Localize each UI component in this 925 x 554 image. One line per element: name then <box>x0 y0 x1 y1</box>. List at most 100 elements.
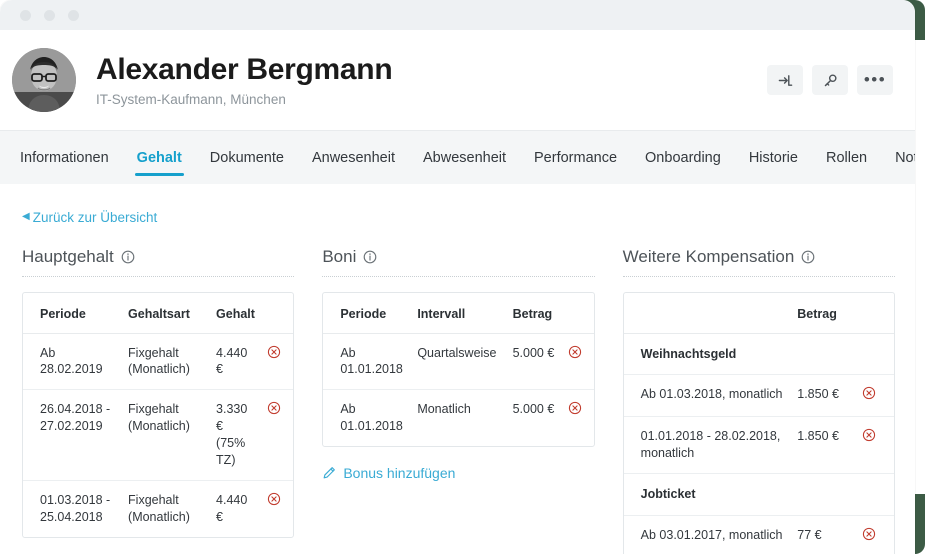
tab-label: Anwesenheit <box>311 149 395 166</box>
table-row: Ab 28.02.2019 Fixgehalt (Monatlich) 4.44… <box>23 333 294 391</box>
window-maximize-dot[interactable] <box>68 9 79 21</box>
key-button[interactable] <box>812 65 848 95</box>
tab-dokumente[interactable]: Dokumente <box>196 131 298 184</box>
table-group-row: Weihnachtsgeld <box>623 333 894 376</box>
login-as-button[interactable] <box>767 65 803 95</box>
cell-periode: Ab 01.01.2018 <box>340 402 403 434</box>
tab-label: Dokumente <box>209 149 284 166</box>
table-hauptgehalt: Periode Gehaltsart Gehalt Ab 28.02.2019 … <box>23 292 294 537</box>
section-hauptgehalt: Hauptgehalt Periode Gehaltsart Gehalt Ab… <box>22 246 295 538</box>
window-close-dot[interactable] <box>20 9 31 21</box>
delete-row-button[interactable] <box>568 401 582 415</box>
back-to-overview-link[interactable]: ◀ Zurück zur Übersicht <box>22 210 157 225</box>
card-hauptgehalt: Periode Gehaltsart Gehalt Ab 28.02.2019 … <box>22 291 295 538</box>
column-header-betrag: Betrag <box>506 292 562 334</box>
table-row: 01.01.2018 - 28.02.2018, monatlich 1.850… <box>623 416 894 474</box>
table-row: 01.03.2018 - 25.04.2018 Fixgehalt (Monat… <box>23 480 293 536</box>
tab-label: Historie <box>748 149 798 166</box>
person-subtitle: IT-System-Kaufmann, München <box>96 92 286 108</box>
tab-label: Rollen <box>825 149 868 166</box>
caret-left-icon: ◀ <box>22 211 30 222</box>
browser-window: Alexander Bergmann IT-System-Kaufmann, M… <box>0 0 915 554</box>
column-header-actions <box>561 292 594 334</box>
add-bonus-link[interactable]: Bonus hinzufügen <box>322 465 455 481</box>
cell-betrag: 1.850 € <box>791 416 857 474</box>
section-label: Boni <box>322 246 357 266</box>
info-icon[interactable] <box>801 250 815 264</box>
person-header: Alexander Bergmann IT-System-Kaufmann, M… <box>0 30 915 130</box>
section-label: Hauptgehalt <box>22 246 114 266</box>
cell-gehalt: 4.440 € <box>216 492 248 524</box>
cell-betrag: 1.850 € <box>791 374 857 418</box>
header-actions: ••• <box>767 65 893 95</box>
table-header-row: Periode Intervall Betrag <box>323 292 594 334</box>
tab-label: Gehalt <box>136 149 182 166</box>
key-icon <box>823 73 838 88</box>
delete-row-button[interactable] <box>862 527 876 541</box>
page-title: Alexander Bergmann <box>96 52 393 86</box>
tab-rollen[interactable]: Rollen <box>812 131 881 184</box>
column-header-actions <box>261 292 294 334</box>
table-row: Ab 03.01.2017, monatlich 77 € <box>624 515 894 554</box>
cell-periode: 26.04.2018 - 27.02.2019 <box>23 389 123 481</box>
tab-notizen[interactable]: Notizen <box>881 131 915 184</box>
section-weitere-kompensation: Weitere Kompensation Betrag Weihnachtsge… <box>622 246 895 554</box>
delete-row-button[interactable] <box>568 345 582 359</box>
cell-periode: Ab 28.02.2019 <box>23 333 123 391</box>
column-header-betrag: Betrag <box>791 292 857 334</box>
info-icon[interactable] <box>121 250 135 264</box>
add-bonus-label: Bonus hinzufügen <box>343 465 456 481</box>
cell-gehaltsart: Fixgehalt (Monatlich) <box>128 492 190 524</box>
tab-onboarding[interactable]: Onboarding <box>631 131 735 184</box>
tab-label: Informationen <box>20 149 109 166</box>
table-header-row: Betrag <box>623 292 894 334</box>
column-header-actions <box>856 292 894 334</box>
more-options-button[interactable]: ••• <box>857 65 893 95</box>
delete-row-button[interactable] <box>267 492 281 506</box>
info-icon[interactable] <box>363 250 377 264</box>
section-boni: Boni Periode Intervall Betrag Ab 01.01.2… <box>322 246 595 486</box>
navigation-tabs: Informationen Gehalt Dokumente Anwesenhe… <box>0 130 915 184</box>
delete-row-button[interactable] <box>862 386 876 400</box>
cell-gehaltsart: Fixgehalt (Monatlich) <box>122 389 211 481</box>
cell-gehaltsart: Fixgehalt (Monatlich) <box>122 333 211 391</box>
tab-performance[interactable]: Performance <box>520 131 631 184</box>
avatar <box>12 48 76 112</box>
column-header-gehalt: Gehalt <box>210 292 262 334</box>
section-label: Weitere Kompensation <box>622 246 795 266</box>
tab-label: Notizen <box>895 149 915 166</box>
cell-betrag: 77 € <box>797 527 822 542</box>
column-header-blank <box>623 292 792 334</box>
tab-historie[interactable]: Historie <box>735 131 812 184</box>
cell-gehalt: 3.330 € (75% TZ) <box>210 389 262 481</box>
person-identity: Alexander Bergmann IT-System-Kaufmann, M… <box>96 53 767 108</box>
cell-period-label: Ab 03.01.2017, monatlich <box>640 527 783 542</box>
section-title-hauptgehalt: Hauptgehalt <box>22 246 295 277</box>
ellipsis-icon: ••• <box>863 70 887 89</box>
tab-gehalt[interactable]: Gehalt <box>123 131 196 184</box>
card-boni: Periode Intervall Betrag Ab 01.01.2018 Q… <box>322 291 595 447</box>
tab-anwesenheit[interactable]: Anwesenheit <box>298 131 409 184</box>
window-titlebar <box>0 0 915 30</box>
cell-period-label: Ab 01.03.2018, monatlich <box>623 374 792 418</box>
tab-informationen[interactable]: Informationen <box>6 131 123 184</box>
cell-intervall: Monatlich <box>417 402 471 417</box>
delete-row-button[interactable] <box>862 428 876 442</box>
delete-row-button[interactable] <box>267 401 281 415</box>
main-content: ◀ Zurück zur Übersicht Hauptgehalt Perio… <box>0 184 915 554</box>
cell-gehalt: 4.440 € <box>210 333 262 391</box>
table-row: 26.04.2018 - 27.02.2019 Fixgehalt (Monat… <box>23 389 294 481</box>
delete-row-button[interactable] <box>267 345 281 359</box>
window-minimize-dot[interactable] <box>44 9 55 21</box>
cell-betrag: 5.000 € <box>512 402 555 417</box>
table-weitere-kompensation: Betrag Weihnachtsgeld Ab 01.03.2018, mon… <box>623 292 894 554</box>
back-link-label: Zurück zur Übersicht <box>32 209 158 225</box>
cell-periode: Ab 01.01.2018 <box>323 333 412 391</box>
cell-period-label: 01.01.2018 - 28.02.2018, monatlich <box>623 416 792 474</box>
salary-columns: Hauptgehalt Periode Gehaltsart Gehalt Ab… <box>22 247 895 554</box>
tab-label: Onboarding <box>645 149 721 166</box>
cell-group-label: Weihnachtsgeld <box>623 333 894 376</box>
tab-abwesenheit[interactable]: Abwesenheit <box>409 131 520 184</box>
section-title-boni: Boni <box>322 246 595 277</box>
section-title-weitere-kompensation: Weitere Kompensation <box>622 246 895 277</box>
